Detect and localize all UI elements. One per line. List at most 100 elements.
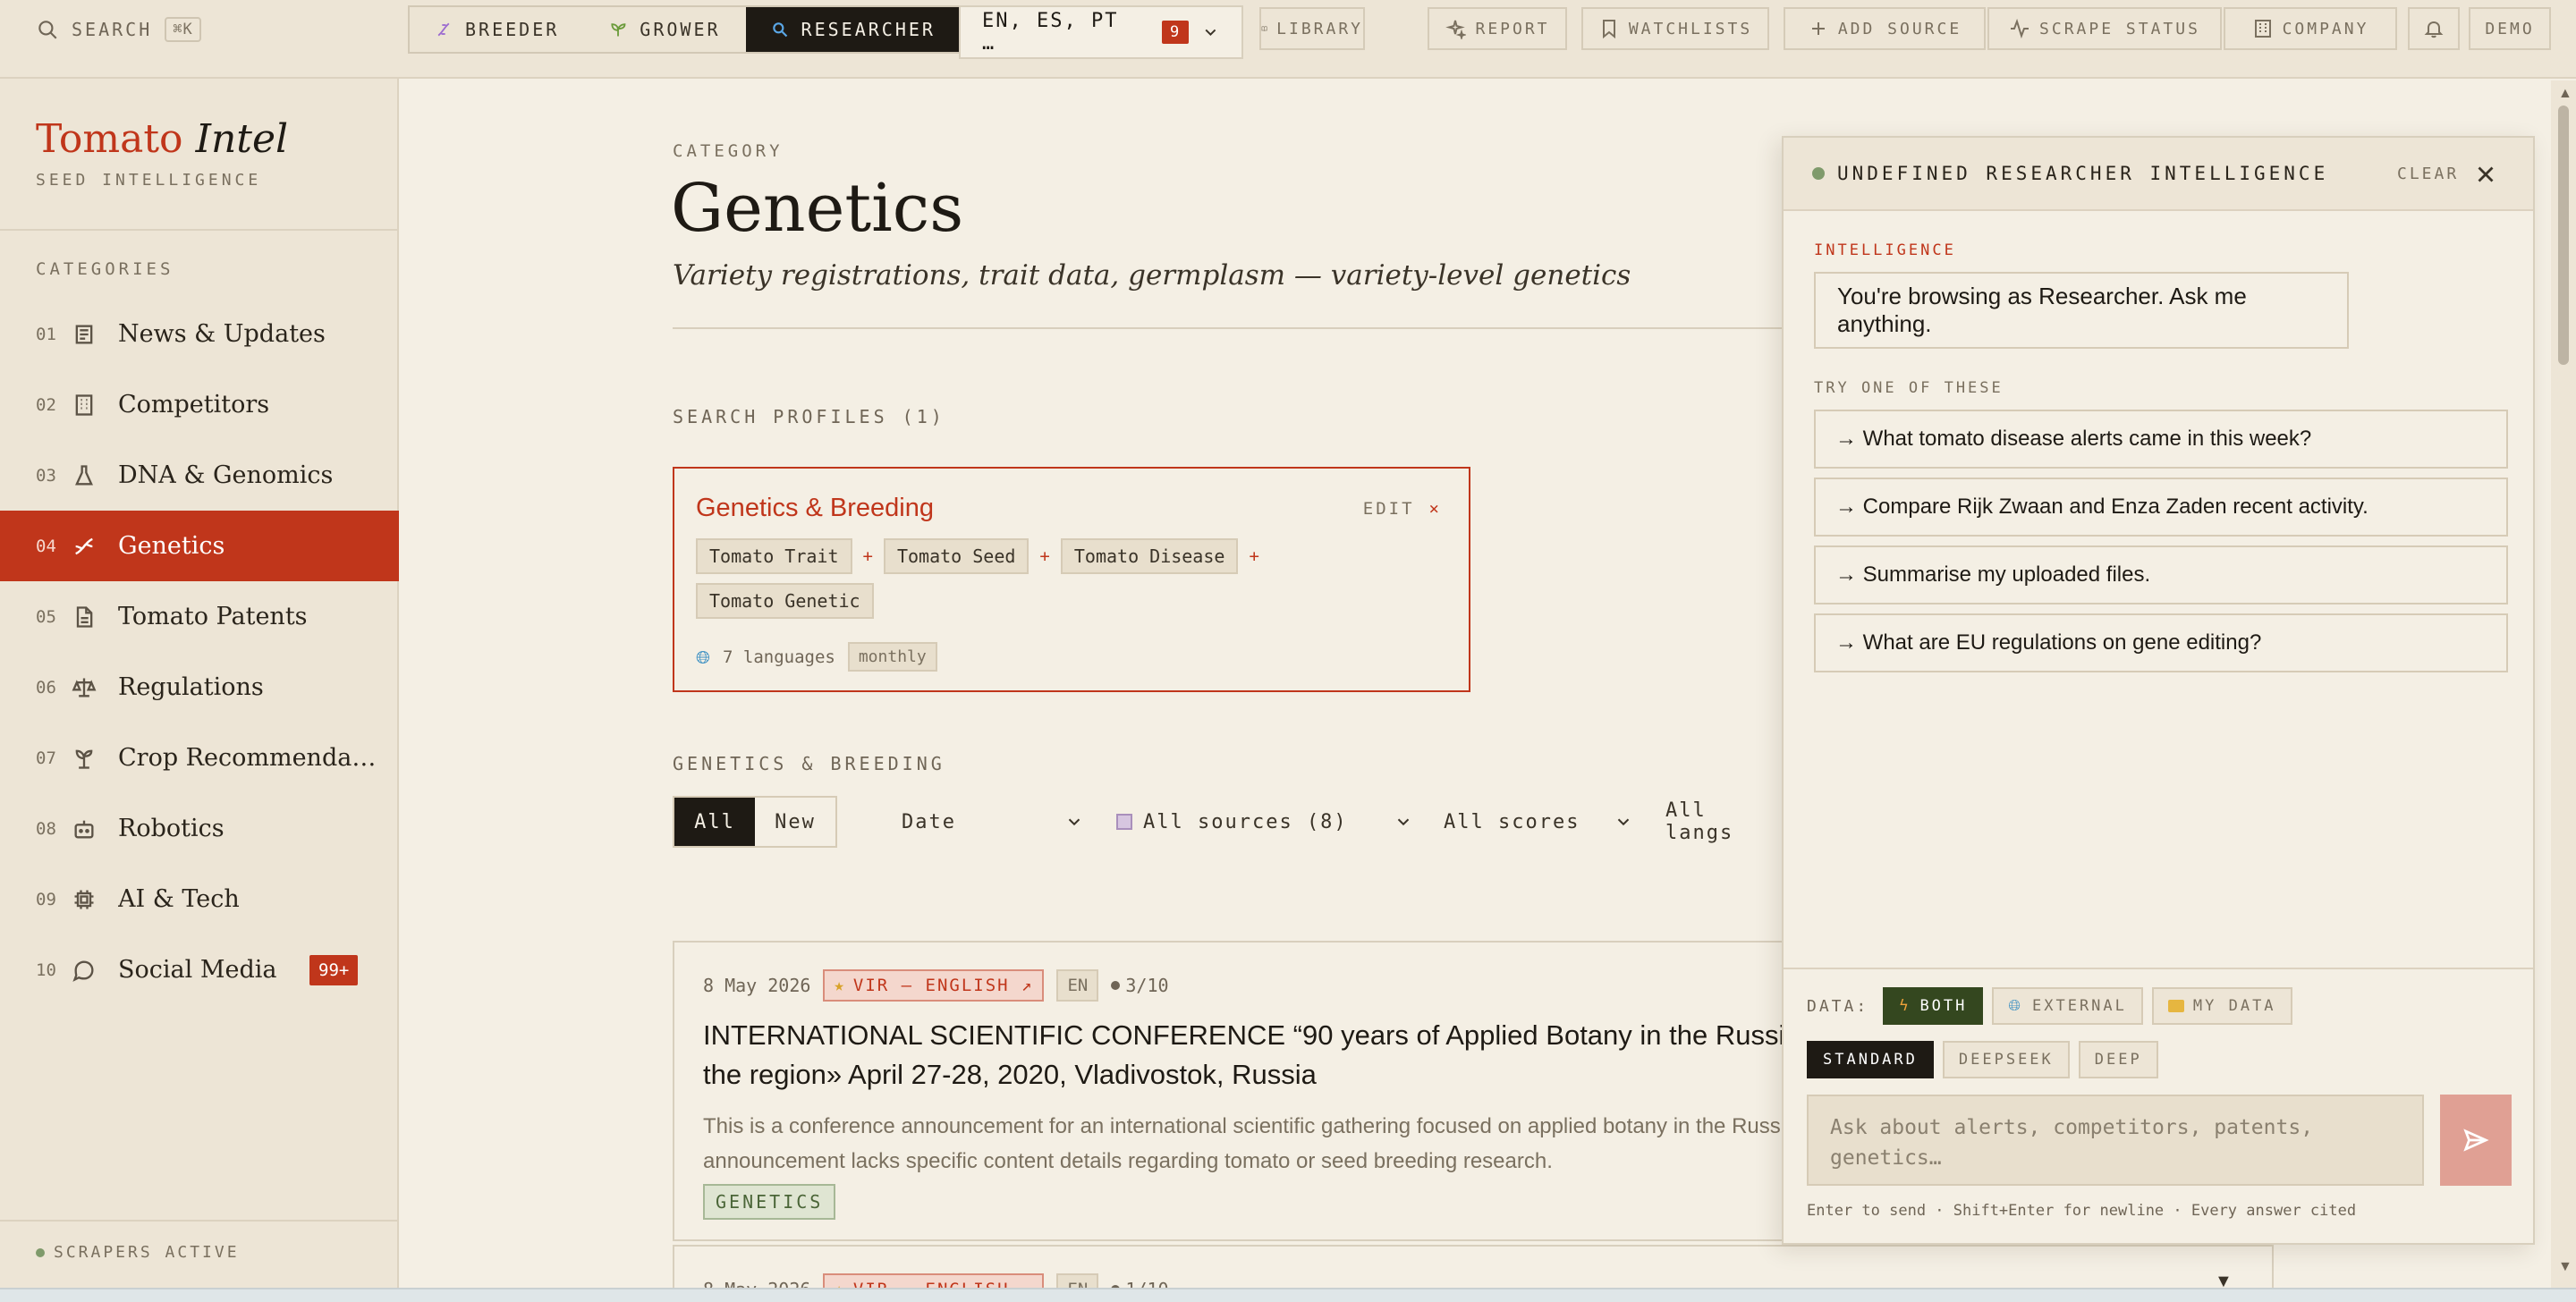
composer-hint: Enter to send · Shift+Enter for newline … <box>1807 1202 2357 1220</box>
category-number: 02 <box>36 394 56 415</box>
lightning-icon: ϟ <box>1899 997 1911 1015</box>
sidebar-item-social-media[interactable]: 10 Social Media 99+ <box>0 934 399 1005</box>
window-bottom-edge <box>0 1288 2576 1302</box>
data-external-button[interactable]: 🌐︎ EXTERNAL <box>1992 987 2143 1025</box>
assistant-title-label: UNDEFINED RESEARCHER INTELLIGENCE <box>1837 163 2329 184</box>
robot-icon <box>72 816 118 841</box>
category-eyebrow: CATEGORY <box>673 141 784 161</box>
category-number: 01 <box>36 324 56 344</box>
data-source-selector: DATA: ϟ BOTH 🌐︎ EXTERNAL MY DATA <box>1807 987 2292 1025</box>
clear-chat-button[interactable]: CLEAR <box>2397 165 2459 183</box>
close-panel-button[interactable] <box>2472 161 2499 188</box>
sidebar-item-ai-tech[interactable]: 09 AI & Tech <box>0 864 399 934</box>
dna-icon <box>72 534 118 559</box>
role-breeder[interactable]: BREEDER <box>410 7 584 52</box>
search-profile-card[interactable]: Genetics & Breeding EDIT × Tomato Trait +… <box>673 467 1470 692</box>
dna-icon <box>437 22 450 37</box>
unread-count-badge: 99+ <box>309 954 359 985</box>
bell-icon <box>2424 21 2444 38</box>
category-number: 05 <box>36 606 56 627</box>
library-button[interactable]: LIBRARY <box>1259 7 1365 50</box>
mode-deepseek-button[interactable]: DEEPSEEK <box>1942 1041 2070 1078</box>
brand-name: Tomato Intel <box>36 116 288 162</box>
sidebar-item-tomato-patents[interactable]: 05 Tomato Patents <box>0 581 399 652</box>
data-both-button[interactable]: ϟ BOTH <box>1883 987 1984 1025</box>
profile-remove-button[interactable]: × <box>1429 499 1442 519</box>
brand-logo[interactable]: Tomato Intel SEED INTELLIGENCE <box>36 116 288 190</box>
category-label: DNA & Genomics <box>118 461 334 489</box>
sidebar-item-competitors[interactable]: 02 Competitors <box>0 369 399 440</box>
language-select[interactable]: EN, ES, PT … 9 <box>959 5 1243 59</box>
category-label: AI & Tech <box>118 885 240 913</box>
profile-actions: EDIT × <box>1363 499 1442 519</box>
language-select-value: EN, ES, PT … <box>982 10 1119 55</box>
sidebar-item-crop-recommendations[interactable]: 07 Crop Recommendat… <box>0 723 399 793</box>
plus-icon <box>1811 22 1825 35</box>
scores-filter-dropdown[interactable]: All scores <box>1444 796 1633 848</box>
sidebar-divider <box>0 229 399 231</box>
suggestion-button[interactable]: → Summarise my uploaded files. <box>1814 545 2508 604</box>
mode-deep-button[interactable]: DEEP <box>2078 1041 2158 1078</box>
newspaper-icon <box>72 322 118 347</box>
scrape-status-button[interactable]: SCRAPE STATUS <box>1987 7 2222 50</box>
term-chip: Tomato Seed + <box>883 538 1061 574</box>
term-chip: Tomato Genetic <box>696 583 874 619</box>
sidebar-item-genetics[interactable]: 04 Genetics <box>0 511 399 581</box>
scroll-down-arrow-icon[interactable]: ▼ <box>2558 1259 2572 1275</box>
search-icon <box>38 21 57 39</box>
sparkle-icon <box>1445 20 1467 39</box>
demo-button[interactable]: DEMO <box>2469 7 2551 50</box>
add-source-button[interactable]: ADD SOURCE <box>1784 7 1986 50</box>
close-icon <box>2478 166 2494 182</box>
sidebar-item-dna-genomics[interactable]: 03 DNA & Genomics <box>0 440 399 511</box>
profile-edit-button[interactable]: EDIT <box>1363 499 1415 519</box>
sidebar-item-regulations[interactable]: 06 Regulations <box>0 652 399 723</box>
article-category-tag[interactable]: GENETICS <box>703 1184 836 1220</box>
sprout-icon <box>72 746 118 771</box>
activity-icon <box>2011 18 2029 39</box>
filter-all-button[interactable]: All <box>674 798 755 846</box>
langs-filter-label: All langs <box>1665 799 1734 844</box>
notifications-button[interactable] <box>2408 7 2460 50</box>
suggestion-button[interactable]: → Compare Rijk Zwaan and Enza Zaden rece… <box>1814 478 2508 537</box>
page-scrollbar[interactable]: ▲ ▼ <box>2551 80 2576 1288</box>
role-breeder-label: BREEDER <box>465 19 560 40</box>
sidebar: Tomato Intel SEED INTELLIGENCE CATEGORIE… <box>0 79 399 1302</box>
document-icon <box>72 604 118 630</box>
data-my-data-button[interactable]: MY DATA <box>2151 987 2292 1025</box>
mode-standard-button[interactable]: STANDARD <box>1807 1041 1934 1078</box>
scrapers-status-label: SCRAPERS ACTIVE <box>54 1243 240 1262</box>
role-grower[interactable]: GROWER <box>584 7 745 52</box>
sources-filter-dropdown[interactable]: All sources (8) <box>1116 796 1413 848</box>
role-researcher[interactable]: RESEARCHER <box>745 7 961 52</box>
category-number: 09 <box>36 889 56 909</box>
company-button[interactable]: COMPANY <box>2224 7 2397 50</box>
scrollbar-thumb[interactable] <box>2558 106 2569 365</box>
search-label: SEARCH <box>72 19 153 40</box>
sidebar-item-robotics[interactable]: 08 Robotics <box>0 793 399 864</box>
suggestion-button[interactable]: → What are EU regulations on gene editin… <box>1814 613 2508 672</box>
watchlists-label: WATCHLISTS <box>1628 19 1753 38</box>
term-chip-label: Tomato Seed <box>883 538 1030 574</box>
send-button[interactable] <box>2440 1095 2512 1186</box>
filter-new-button[interactable]: New <box>755 798 835 846</box>
category-number: 06 <box>36 677 56 698</box>
watchlists-button[interactable]: WATCHLISTS <box>1581 7 1769 50</box>
article-source-link[interactable]: ★ VIR — ENGLISH ↗ <box>823 969 1045 1002</box>
chat-input[interactable]: Ask about alerts, competitors, patents, … <box>1807 1095 2424 1186</box>
all-new-toggle: All New <box>673 796 837 848</box>
data-both-label: BOTH <box>1919 997 1968 1015</box>
building-icon <box>72 393 118 418</box>
magnifier-icon <box>772 22 787 38</box>
category-label: Regulations <box>118 673 264 701</box>
book-icon <box>1261 26 1267 31</box>
sidebar-item-news[interactable]: 01 News & Updates <box>0 299 399 369</box>
article-date: 8 May 2026 <box>703 975 811 996</box>
article-score-value: 3/10 <box>1125 975 1169 996</box>
suggestion-button[interactable]: → What tomato disease alerts came in thi… <box>1814 410 2508 469</box>
report-button[interactable]: REPORT <box>1428 7 1567 50</box>
langs-filter-dropdown[interactable]: All langs <box>1665 796 1782 848</box>
date-filter-dropdown[interactable]: Date <box>902 796 1084 848</box>
search-button[interactable]: SEARCH ⌘K <box>36 13 201 46</box>
scroll-up-arrow-icon[interactable]: ▲ <box>2558 86 2572 102</box>
